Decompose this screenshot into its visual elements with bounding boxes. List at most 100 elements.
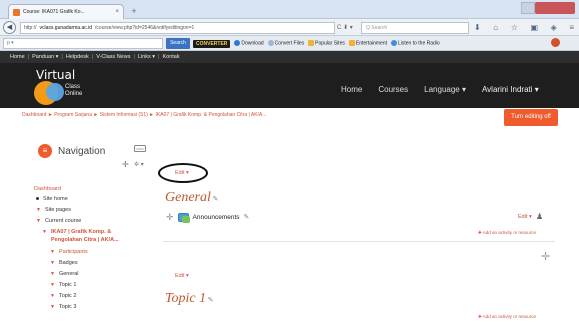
- expand-triangle-icon: ▼: [36, 207, 41, 213]
- logo-subtitle: Online: [65, 91, 83, 97]
- nav-language[interactable]: Language ▾: [424, 85, 466, 94]
- nav-topic-3[interactable]: ▼ Topic 3: [50, 304, 76, 310]
- converter-logo[interactable]: CONVERTER: [193, 39, 231, 48]
- nav-topic-3-label: Topic 3: [58, 304, 77, 310]
- browser-toolbar-icons: ⬇ ⌂ ☆ ▣ ◈ ≡: [474, 21, 578, 34]
- download-icon[interactable]: ⬇: [474, 23, 481, 32]
- window-close-button[interactable]: [535, 2, 575, 14]
- announcements-link[interactable]: Announcements: [193, 214, 240, 221]
- logo-blue-circle: [46, 83, 64, 101]
- logo-word[interactable]: Virtual: [36, 68, 75, 82]
- section-topic1-heading: Topic 1 ✎: [165, 291, 214, 307]
- menu-separator: |: [27, 54, 30, 60]
- menu-separator: |: [158, 54, 160, 60]
- menu-links[interactable]: Links ▾: [138, 54, 155, 60]
- menu-panduan[interactable]: Panduan ▾: [32, 54, 58, 60]
- forum-icon: [177, 212, 190, 223]
- move-icon[interactable]: ✛: [166, 212, 174, 223]
- folder-icon: [348, 40, 355, 47]
- top-navigation: Home Courses Language ▾ Avlarini Indrati…: [341, 83, 539, 95]
- nav-general[interactable]: ▼ General: [50, 271, 79, 277]
- dock-block-icon[interactable]: ▭▭: [134, 145, 146, 152]
- nav-site-home[interactable]: Site home: [36, 196, 68, 202]
- browser-tab[interactable]: Course: IKA071 Grafik Ko... ×: [8, 4, 124, 19]
- addon-icon[interactable]: [551, 38, 560, 47]
- block-settings-gear-icon[interactable]: ✲ ▾: [134, 161, 144, 168]
- nav-course-name-line2[interactable]: Pengolahan Citra | AK/A...: [51, 237, 119, 243]
- play-icon: [391, 40, 397, 47]
- tab-close-icon[interactable]: ×: [115, 9, 119, 15]
- bullet-icon: [36, 197, 39, 201]
- tab-title: Course: IKA071 Grafik Ko...: [23, 9, 85, 15]
- nav-topic-2-label: Topic 2: [58, 293, 77, 299]
- add-activity-link[interactable]: ✚ Add an activity or resource: [478, 314, 536, 320]
- add-activity-link[interactable]: ✚ Add an activity or resource: [478, 230, 536, 236]
- toolbar-radio[interactable]: Listen to the Radio: [391, 40, 440, 47]
- moodle-favicon-icon: [13, 8, 20, 16]
- nav-topic-2[interactable]: ▼ Topic 2: [50, 293, 76, 299]
- turn-editing-off-button[interactable]: Turn editing off: [504, 109, 558, 126]
- menu-helpdesk[interactable]: Helpdesk: [66, 54, 89, 60]
- nav-dashboard[interactable]: Dashboard: [34, 186, 61, 192]
- nav-site-pages[interactable]: ▼ Site pages: [36, 207, 71, 213]
- nav-topic-1[interactable]: ▼ Topic 1: [50, 282, 76, 288]
- person-icon[interactable]: ♟: [536, 212, 543, 221]
- nav-current-course-label: Current course: [44, 218, 82, 224]
- menu-kontak[interactable]: Kontak: [162, 54, 179, 60]
- section-general-heading: General ✎: [165, 190, 218, 206]
- nav-home[interactable]: Home: [341, 85, 362, 94]
- toolbar-popular-sites[interactable]: Popular Sites: [308, 40, 345, 47]
- convert-icon: [267, 40, 274, 47]
- bookmarks-icon[interactable]: ▣: [530, 23, 538, 32]
- nav-general-label: General: [58, 271, 79, 277]
- breadcrumb[interactable]: Dashboard ► Program Sarjana ► Sistem Inf…: [22, 112, 502, 122]
- menu-separator: |: [91, 54, 94, 60]
- toolbar-search-button[interactable]: Search: [166, 38, 190, 49]
- expand-triangle-icon: ▼: [50, 293, 55, 299]
- user-menu[interactable]: Avlarini Indrati ▾: [482, 85, 539, 94]
- toolbar-download[interactable]: Download: [234, 40, 264, 47]
- activity-edit-menu[interactable]: Edit ▾: [518, 214, 532, 220]
- menu-vclass-news[interactable]: V-Class News: [96, 54, 130, 60]
- toolbar-radio-label: Listen to the Radio: [398, 40, 440, 47]
- url-path: /course/view.php?id=2546&notifyeditingon…: [95, 25, 195, 31]
- folder-icon: [308, 40, 315, 47]
- nav-courses[interactable]: Courses: [378, 85, 408, 94]
- pencil-edit-icon[interactable]: ✎: [208, 297, 214, 304]
- new-tab-button[interactable]: +: [128, 6, 140, 17]
- nav-site-home-label: Site home: [43, 196, 68, 202]
- nav-current-course[interactable]: ▼ Current course: [36, 218, 81, 224]
- home-icon[interactable]: ⌂: [493, 23, 498, 32]
- navigation-icon: ≡: [38, 144, 52, 158]
- toolbar-convert-label: Convert Files: [274, 40, 305, 47]
- toolbar-items: CONVERTER Download Convert Files Popular…: [193, 37, 440, 50]
- move-block-icon[interactable]: ✛: [122, 160, 129, 169]
- pencil-edit-icon[interactable]: ✎: [213, 196, 219, 203]
- back-arrow-icon[interactable]: ◀: [3, 21, 16, 34]
- nav-course-name[interactable]: ▼ IKA07 | Grafik Komp. &: [42, 229, 111, 235]
- window-minimize-button[interactable]: [521, 2, 535, 14]
- pencil-edit-icon[interactable]: ✎: [244, 213, 250, 221]
- topic-edit-menu[interactable]: Edit ▾: [175, 273, 189, 279]
- section-divider: [163, 241, 555, 242]
- nav-participants[interactable]: ▼ Participants: [50, 249, 88, 255]
- site-menu: Home | Panduan ▾ | Helpdesk | V-Class Ne…: [10, 51, 180, 63]
- expand-triangle-icon: ▼: [50, 260, 55, 266]
- menu-icon[interactable]: ≡: [569, 23, 574, 32]
- menu-home[interactable]: Home: [10, 54, 25, 60]
- url-bar[interactable]: http://vclass.gunadarma.ac.id/course/vie…: [20, 22, 335, 34]
- menu-separator: |: [133, 54, 135, 60]
- navigation-block-header: ≡ Navigation: [38, 143, 105, 159]
- nav-badges[interactable]: ▼ Badges: [50, 260, 78, 266]
- browser-search-input[interactable]: Q Search: [361, 22, 469, 34]
- pocket-icon[interactable]: ◈: [551, 23, 557, 32]
- add-section-icon[interactable]: ✛: [541, 250, 550, 263]
- toolbar-convert-files[interactable]: Convert Files: [267, 40, 305, 47]
- highlight-oval: [158, 163, 208, 183]
- toolbar-search-input[interactable]: p ▾: [3, 38, 163, 49]
- reload-icon[interactable]: C ⬇ ▾: [337, 22, 357, 34]
- expand-triangle-icon: ▼: [42, 229, 47, 235]
- toolbar-entertainment[interactable]: Entertainment: [348, 40, 387, 47]
- url-host: vclass.gunadarma.ac.id: [39, 25, 93, 31]
- star-icon[interactable]: ☆: [511, 23, 518, 32]
